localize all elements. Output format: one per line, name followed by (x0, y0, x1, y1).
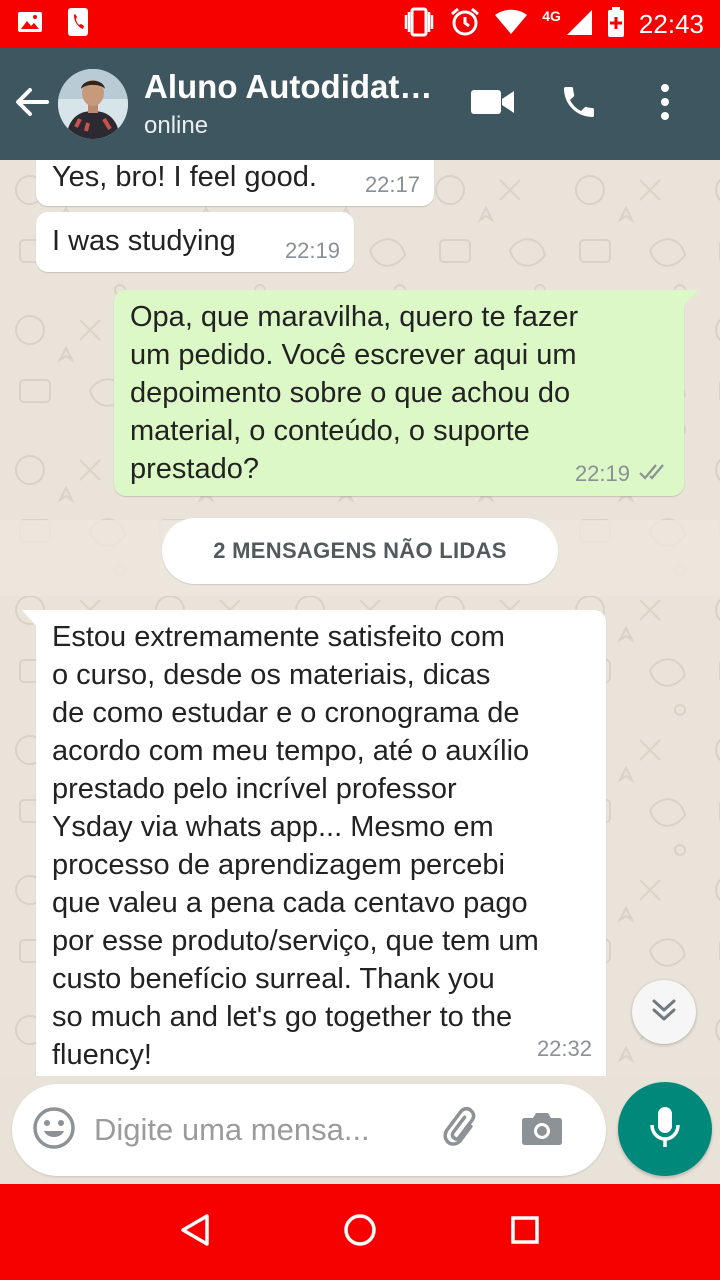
avatar[interactable] (58, 69, 128, 139)
bubble-tail (682, 290, 698, 308)
battery-icon (607, 6, 625, 42)
phone-call-icon (559, 82, 599, 127)
signal-icon (565, 8, 593, 41)
voice-record-button[interactable] (618, 1082, 712, 1176)
video-call-button[interactable] (458, 69, 528, 139)
nav-recents-button[interactable] (495, 1202, 555, 1262)
more-vertical-icon (659, 83, 671, 126)
contact-name: Aluno Autodidata... (144, 68, 442, 105)
message-line: processo de aprendizagem percebi (52, 849, 505, 881)
message-line: um pedido. Você escrever aqui um (130, 339, 577, 371)
message-time: 22:17 (364, 172, 420, 197)
message-time: 22:19 (284, 238, 340, 263)
chat-header: Aluno Autodidata... online (0, 48, 720, 160)
chat-area[interactable]: Yes, bro! I feel good. 22:17 I was study… (0, 160, 720, 1076)
message-line: por esse produto/serviço, que tem um (52, 925, 539, 957)
phone-notification-icon (66, 7, 90, 42)
image-icon (16, 8, 44, 41)
nav-home-button[interactable] (330, 1202, 390, 1262)
attach-button[interactable] (434, 1104, 486, 1156)
message-incoming[interactable]: Yes, bro! I feel good. 22:17 (36, 160, 434, 206)
status-time: 22:43 (638, 8, 704, 39)
message-line: material, o conteúdo, o suporte (130, 415, 530, 447)
microphone-icon (648, 1105, 682, 1154)
message-line: acordo com meu tempo, até o auxílio (52, 735, 530, 767)
camera-button[interactable] (516, 1104, 568, 1156)
camera-icon (521, 1110, 563, 1151)
message-text: I was studying (52, 225, 236, 257)
message-time: 22:19 (574, 461, 630, 486)
message-line: Ysday via whats app... Mesmo em (52, 811, 494, 843)
message-line: o curso, desde os materiais, dicas (52, 659, 491, 691)
composer (0, 1076, 720, 1184)
back-button[interactable] (4, 48, 60, 160)
more-options-button[interactable] (630, 69, 700, 139)
back-arrow-icon (14, 84, 50, 125)
message-incoming[interactable]: Estou extremamente satisfeito com o curs… (22, 610, 606, 1076)
message-time: 22:32 (536, 1036, 592, 1061)
message-text: Yes, bro! I feel good. (52, 161, 317, 193)
nav-back-button[interactable] (165, 1202, 225, 1262)
circle-home-icon (342, 1212, 378, 1253)
bubble-tail (22, 610, 38, 628)
message-line: prestado pelo incrível professor (52, 773, 457, 805)
scroll-to-bottom-button[interactable] (632, 980, 696, 1044)
message-line: de como estudar e o cronograma de (52, 697, 520, 729)
double-chevron-down-icon (650, 997, 678, 1028)
message-line: prestado? (130, 453, 259, 485)
message-line: Estou extremamente satisfeito com (52, 621, 505, 653)
message-line: que valeu a pena cada centavo pago (52, 887, 528, 919)
paperclip-icon (438, 1106, 482, 1155)
unread-messages-badge: 2 MENSAGENS NÃO LIDAS (162, 518, 558, 584)
message-outgoing[interactable]: Opa, que maravilha, quero te fazer um pe… (114, 290, 698, 496)
vibrate-icon (402, 7, 436, 42)
emoji-icon (32, 1106, 76, 1155)
double-check-icon (638, 462, 670, 486)
video-call-icon (471, 87, 515, 122)
triangle-back-icon (179, 1213, 211, 1252)
message-input[interactable] (94, 1112, 414, 1148)
message-input-container (12, 1084, 606, 1176)
system-navigation-bar (0, 1184, 720, 1280)
square-recents-icon (510, 1215, 540, 1250)
contact-info[interactable]: Aluno Autodidata... online (144, 68, 442, 140)
message-incoming[interactable]: I was studying 22:19 (36, 212, 354, 272)
message-line: fluency! (52, 1039, 152, 1071)
wifi-icon (494, 9, 528, 40)
voice-call-button[interactable] (544, 69, 614, 139)
emoji-button[interactable] (28, 1104, 80, 1156)
message-line: Opa, que maravilha, quero te fazer (130, 301, 579, 333)
contact-status: online (144, 112, 209, 139)
network-type-label: 4G (542, 8, 561, 24)
message-line: custo benefício surreal. Thank you (52, 963, 495, 995)
message-line: depoimento sobre o que achou do (130, 377, 571, 409)
message-line: so much and let's go together to the (52, 1001, 513, 1033)
alarm-icon (450, 7, 480, 42)
status-bar: 4G 22:43 (0, 0, 720, 48)
